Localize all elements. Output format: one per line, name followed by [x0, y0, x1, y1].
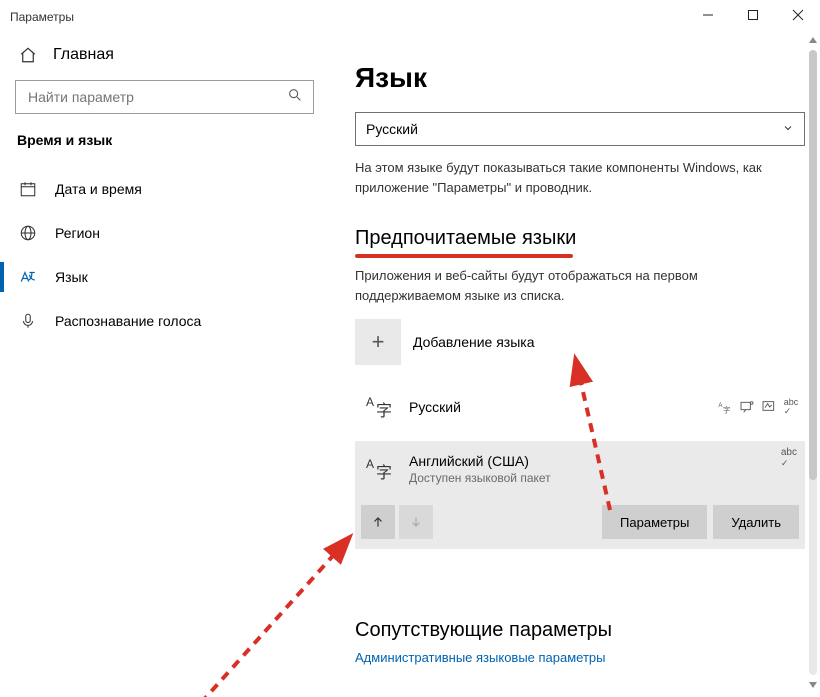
- search-input[interactable]: [26, 88, 287, 106]
- spellcheck-icon: abc✓: [781, 447, 797, 469]
- language-name: Русский: [409, 399, 705, 415]
- options-button[interactable]: Параметры: [602, 505, 707, 539]
- display-language-dropdown[interactable]: Русский: [355, 112, 805, 146]
- add-language-label: Добавление языка: [413, 334, 535, 350]
- move-up-button[interactable]: [361, 505, 395, 539]
- scrollbar[interactable]: [809, 34, 817, 691]
- sidebar-item-speech[interactable]: Распознавание голоса: [15, 302, 314, 340]
- move-down-button[interactable]: [399, 505, 433, 539]
- text-to-speech-icon: [739, 399, 755, 415]
- sidebar-item-language[interactable]: Язык: [15, 258, 314, 296]
- plus-icon: +: [355, 319, 401, 365]
- scroll-up-arrow[interactable]: [809, 34, 817, 46]
- language-row-russian[interactable]: A 字 Русский A字 abc✓: [355, 379, 805, 435]
- svg-text:A: A: [366, 395, 374, 409]
- minimize-button[interactable]: [685, 0, 730, 30]
- language-name: Английский (США): [409, 453, 799, 469]
- handwriting-icon: [761, 399, 777, 415]
- sidebar-item-region[interactable]: Регион: [15, 214, 314, 252]
- scrollbar-thumb[interactable]: [809, 50, 817, 480]
- add-language-row[interactable]: + Добавление языка: [355, 319, 805, 365]
- page-title: Язык: [355, 62, 805, 94]
- sidebar-item-label: Регион: [55, 225, 100, 241]
- language-subtitle: Доступен языковой пакет: [409, 471, 799, 485]
- sidebar-item-label: Дата и время: [55, 181, 142, 197]
- chevron-down-icon: [782, 121, 794, 137]
- preferred-languages-description: Приложения и веб-сайты будут отображатьс…: [355, 266, 805, 305]
- svg-text:A: A: [718, 403, 722, 409]
- calendar-icon: [19, 180, 37, 198]
- scroll-down-arrow[interactable]: [809, 679, 817, 691]
- home-nav[interactable]: Главная: [15, 40, 314, 70]
- remove-button[interactable]: Удалить: [713, 505, 799, 539]
- annotation-underline: [355, 254, 573, 258]
- home-label: Главная: [53, 46, 114, 64]
- maximize-button[interactable]: [730, 0, 775, 30]
- window-title: Параметры: [10, 10, 74, 24]
- display-language-description: На этом языке будут показываться такие к…: [355, 158, 805, 197]
- language-glyph-icon: A 字: [361, 389, 397, 425]
- language-row-english[interactable]: abc✓ A 字 Английский (США) Доступен языко…: [355, 441, 805, 497]
- language-actions: Параметры Удалить: [355, 497, 805, 549]
- svg-text:A: A: [366, 457, 374, 471]
- search-icon: [287, 87, 303, 108]
- svg-text:字: 字: [376, 464, 392, 482]
- admin-language-link[interactable]: Административные языковые параметры: [355, 650, 805, 665]
- svg-text:字: 字: [376, 402, 392, 420]
- sidebar-item-label: Распознавание голоса: [55, 313, 201, 329]
- home-icon: [19, 46, 37, 64]
- globe-icon: [19, 224, 37, 242]
- language-glyph-icon: A 字: [361, 451, 397, 487]
- language-feature-icons: A字 abc✓: [717, 399, 799, 415]
- sidebar-section-title: Время и язык: [17, 132, 314, 148]
- search-box[interactable]: [15, 80, 314, 114]
- microphone-icon: [19, 312, 37, 330]
- svg-text:字: 字: [723, 405, 730, 414]
- content-pane: Язык Русский На этом языке будут показыв…: [330, 30, 820, 697]
- titlebar: Параметры: [0, 0, 820, 30]
- dropdown-value: Русский: [366, 121, 418, 137]
- related-settings-heading: Сопутствующие параметры: [355, 619, 805, 642]
- close-button[interactable]: [775, 0, 820, 30]
- language-icon: [19, 268, 37, 286]
- sidebar-item-datetime[interactable]: Дата и время: [15, 170, 314, 208]
- preferred-languages-heading: Предпочитаемые языки: [355, 227, 805, 250]
- sidebar-item-label: Язык: [55, 269, 88, 285]
- sidebar: Главная Время и язык Дата и время Ре: [0, 30, 330, 697]
- display-language-icon: A字: [717, 399, 733, 415]
- spellcheck-icon: abc✓: [783, 399, 799, 415]
